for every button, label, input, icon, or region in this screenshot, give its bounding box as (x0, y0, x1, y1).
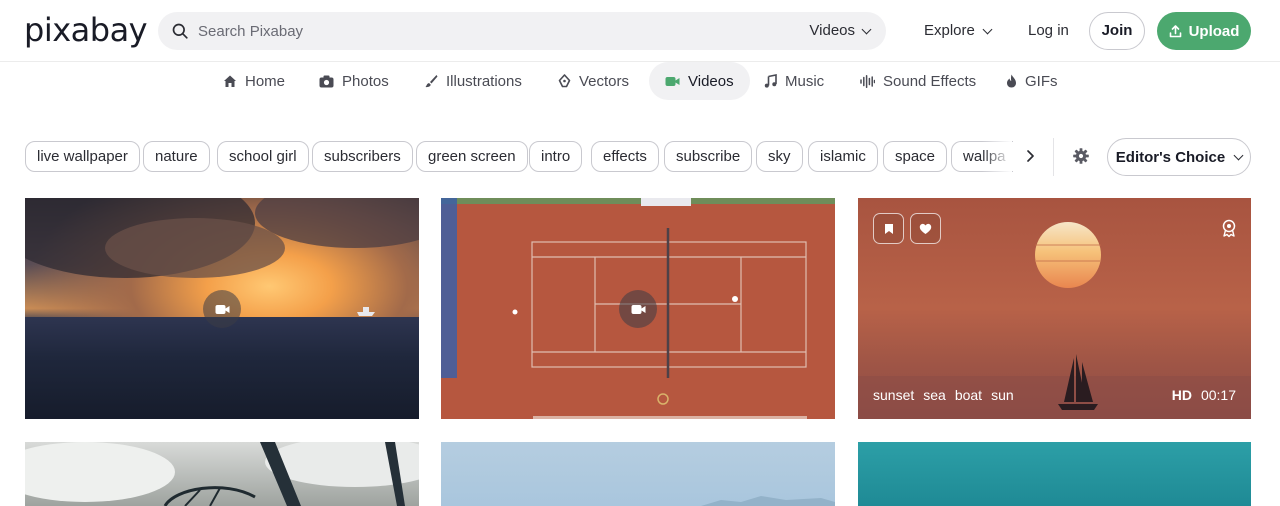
tab-sound-effects-label: Sound Effects (883, 72, 977, 90)
tag-chip[interactable]: nature (143, 141, 210, 172)
tab-gifs-label: GIFs (1025, 72, 1058, 90)
waveform-icon (860, 74, 875, 88)
video-tile[interactable] (441, 198, 835, 419)
brush-icon (425, 75, 438, 88)
upload-icon (1169, 24, 1181, 37)
like-button[interactable] (910, 213, 941, 244)
tab-sound-effects[interactable]: Sound Effects (844, 62, 992, 100)
heart-icon (919, 223, 932, 234)
chevron-right-icon[interactable] (1020, 146, 1040, 166)
tag-chip[interactable]: subscribers (312, 141, 413, 172)
tag-bar: live wallpaper nature school girl subscr… (0, 138, 1280, 176)
tag-chip[interactable]: subscribe (664, 141, 753, 172)
search-type-label: Videos (809, 22, 855, 39)
login-label: Log in (1028, 22, 1069, 39)
tag-chip[interactable]: green screen (416, 141, 528, 172)
tag-chip[interactable]: islamic (808, 141, 878, 172)
thumbnail-image (25, 317, 419, 419)
video-camera-icon (631, 304, 645, 314)
bookmark-button[interactable] (873, 213, 904, 244)
sort-dropdown[interactable]: Editor's Choice (1107, 138, 1251, 176)
category-nav: Home Photos Illustrations Vectors Videos… (0, 62, 1280, 100)
tag-chip[interactable]: live wallpaper (25, 141, 140, 172)
thumbnail-image (701, 496, 835, 506)
video-badge (619, 290, 657, 328)
video-camera-icon (215, 304, 229, 314)
tag-chip[interactable]: intro (529, 141, 583, 172)
tab-illustrations[interactable]: Illustrations (408, 62, 538, 100)
camera-icon (319, 75, 334, 87)
video-meta: HD 00:17 (1172, 387, 1236, 403)
boat-image (357, 307, 375, 316)
video-tile[interactable] (25, 198, 419, 419)
tile-tag[interactable]: sunset (873, 387, 914, 403)
tag-chip[interactable]: effects (591, 141, 659, 172)
tab-home[interactable]: Home (207, 62, 301, 100)
tab-music-label: Music (785, 72, 825, 90)
tag-chip[interactable]: sky (756, 141, 803, 172)
video-tile[interactable] (858, 442, 1251, 506)
tab-photos[interactable]: Photos (303, 62, 405, 100)
tab-home-label: Home (245, 72, 286, 90)
video-tile[interactable] (441, 442, 835, 506)
tab-vectors-label: Vectors (579, 72, 630, 90)
award-ribbon-icon (1222, 219, 1236, 238)
search-icon (172, 23, 188, 39)
pixabay-logo[interactable]: pixabay (24, 12, 148, 48)
music-note-icon (764, 74, 777, 88)
search-type-select[interactable]: Videos (809, 12, 872, 50)
explore-label: Explore (924, 22, 975, 39)
cloud-shape (105, 218, 285, 278)
quality-badge: HD (1171, 387, 1192, 403)
video-tile[interactable]: sunset sea boat sun HD 00:17 (858, 198, 1251, 419)
thumbnail-image (25, 442, 419, 506)
tab-gifs[interactable]: GIFs (990, 62, 1074, 100)
search-bar: Videos (158, 12, 886, 50)
tile-tag[interactable]: boat (955, 387, 982, 403)
divider (1053, 138, 1054, 176)
bookmark-icon (884, 223, 893, 234)
sort-label: Editor's Choice (1115, 148, 1226, 166)
tile-tag-list: sunset sea boat sun (873, 387, 1014, 403)
video-badge (203, 290, 241, 328)
tab-videos[interactable]: Videos (649, 62, 750, 100)
tab-illustrations-label: Illustrations (446, 72, 522, 90)
join-button[interactable]: Join (1089, 12, 1145, 50)
explore-menu[interactable]: Explore (924, 0, 993, 62)
upload-button[interactable]: Upload (1157, 12, 1251, 50)
tag-chip[interactable]: space (883, 141, 948, 172)
video-tile[interactable] (25, 442, 419, 506)
chevron-down-icon (1233, 150, 1244, 160)
chevron-down-icon (861, 24, 872, 34)
tab-photos-label: Photos (342, 72, 389, 90)
search-input[interactable] (198, 12, 758, 50)
video-icon (665, 76, 680, 86)
header: pixabay Videos Explore Log in Join Uploa… (0, 0, 1280, 62)
tab-vectors[interactable]: Vectors (542, 62, 645, 100)
home-icon (224, 75, 236, 87)
flame-icon (1007, 74, 1016, 88)
tab-music[interactable]: Music (748, 62, 840, 100)
tile-tag[interactable]: sun (991, 387, 1014, 403)
chevron-down-icon (982, 24, 993, 34)
upload-label: Upload (1188, 22, 1240, 40)
tag-fade (982, 138, 1012, 174)
tile-tag[interactable]: sea (923, 387, 946, 403)
video-duration: 00:17 (1200, 387, 1236, 403)
pen-nib-icon (558, 74, 571, 88)
login-link[interactable]: Log in (1028, 0, 1069, 62)
gear-icon[interactable] (1071, 146, 1091, 166)
tab-videos-label: Videos (688, 72, 734, 90)
tag-chip[interactable]: school girl (217, 141, 309, 172)
